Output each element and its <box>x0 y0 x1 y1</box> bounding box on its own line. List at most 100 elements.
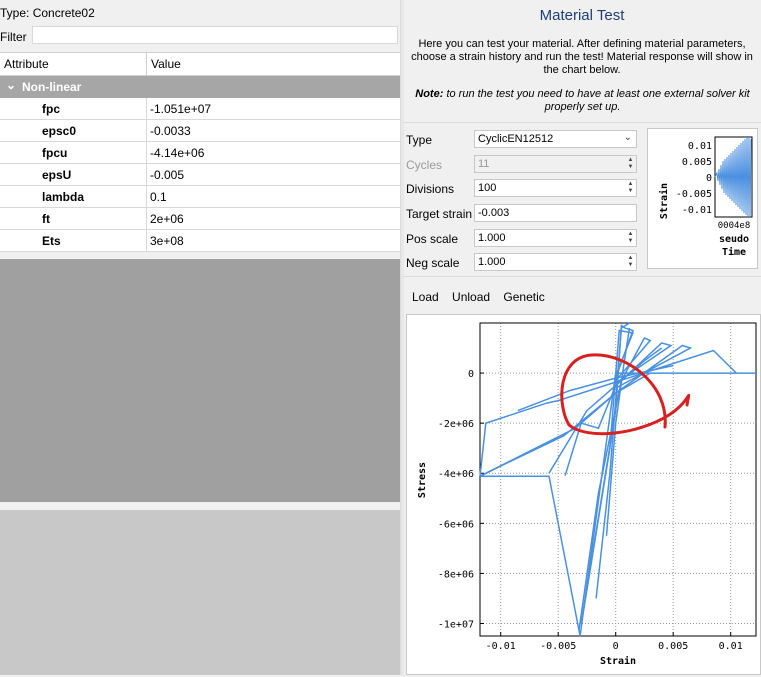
type-select-value: CyclicEN12512 <box>478 133 554 145</box>
cycles-spinbox: 11 ▲ ▼ <box>474 155 637 173</box>
table-row[interactable]: ft 2e+06 <box>0 208 400 230</box>
table-row[interactable]: lambda 0.1 <box>0 186 400 208</box>
page-title: Material Test <box>539 7 625 24</box>
x-tick-label: 0 <box>613 641 619 652</box>
y-tick-label: -4e+06 <box>438 469 474 480</box>
y-axis-label: Stress <box>417 462 428 498</box>
neg-scale-value: 1.000 <box>478 256 506 268</box>
attr-value[interactable]: 2e+06 <box>150 212 184 226</box>
mini-ylabel: Strain <box>658 183 670 219</box>
note-text: Note: to run the test you need to have a… <box>410 88 755 114</box>
attr-name: ft <box>42 212 50 226</box>
divisions-value: 100 <box>478 182 497 194</box>
attr-name: lambda <box>42 190 85 204</box>
spin-arrows-icon[interactable]: ▲ ▼ <box>626 255 635 269</box>
splitter-handle[interactable] <box>400 0 404 675</box>
stress-strain-chart: -0.01 -0.005 0 0.005 0.01 0 -2e+06 -4e+06 -6e+06… <box>406 314 761 675</box>
tab-genetic[interactable]: Genetic <box>503 290 544 304</box>
stress-strain-svg: -0.01 -0.005 0 0.005 0.01 0 -2e+06 -4e+06 -6e+06… <box>417 322 757 667</box>
series-line <box>479 344 693 477</box>
mini-ytick: -0.005 <box>676 189 712 200</box>
spin-arrows-icon[interactable]: ▲ ▼ <box>626 231 635 245</box>
x-tick-label: -0.01 <box>486 641 516 652</box>
table-row[interactable]: Ets 3e+08 <box>0 230 400 252</box>
mini-ytick: 0.005 <box>682 157 712 168</box>
attr-name: fpc <box>42 102 60 116</box>
divisions-field-label: Divisions <box>406 182 455 196</box>
mini-ytick: 0.01 <box>688 141 712 152</box>
strain-history-svg: Strain 0.01 0.005 0 -0.005 -0.01 0004e8 … <box>658 136 753 258</box>
series-line <box>480 372 756 637</box>
group-non-linear[interactable]: ⌄ Non-linear <box>0 76 400 98</box>
type-label: Type: <box>0 6 30 20</box>
tab-unload[interactable]: Unload <box>452 290 490 304</box>
spin-arrows-icon: ▲ ▼ <box>627 157 634 170</box>
filter-label: Filter <box>0 30 27 44</box>
pos-scale-label: Pos scale <box>406 232 459 246</box>
table-row[interactable]: fpc -1.051e+07 <box>0 98 400 120</box>
cycles-field-label: Cycles <box>406 158 443 172</box>
y-tick-label: 0 <box>468 369 474 380</box>
divisions-spinbox[interactable]: 100 ▲ ▼ <box>474 179 637 197</box>
attribute-table: Attribute Value ⌄ Non-linear fpc -1.051e+… <box>0 52 400 252</box>
table-row[interactable]: fpcu -4.14e+06 <box>0 142 400 164</box>
y-tick-label: -6e+06 <box>438 519 474 530</box>
neg-scale-spinbox[interactable]: 1.000 ▲ ▼ <box>474 253 637 271</box>
tab-bar: Load Unload Genetic <box>412 290 555 304</box>
y-tick-label: -1e+07 <box>438 619 474 630</box>
table-row[interactable]: epsc0 -0.0033 <box>0 120 400 142</box>
attr-name: epsc0 <box>42 124 77 138</box>
y-tick-label: -8e+06 <box>438 569 474 580</box>
series-line <box>548 342 673 474</box>
type-value: Concrete02 <box>32 6 95 20</box>
mini-xlabel: seudo <box>719 234 749 245</box>
spin-arrows-icon[interactable]: ▲ ▼ <box>626 181 635 195</box>
property-empty-area <box>0 510 400 675</box>
divider <box>403 122 761 123</box>
neg-scale-label: Neg scale <box>406 256 460 270</box>
strain-history-line <box>714 136 752 218</box>
table-row[interactable]: epsU -0.005 <box>0 164 400 186</box>
mini-xlabel: 0004e8 <box>718 221 751 231</box>
table-empty-area <box>0 259 400 502</box>
attr-value[interactable]: -1.051e+07 <box>150 102 211 116</box>
column-header-value[interactable]: Value <box>151 57 181 71</box>
target-strain-label: Target strain <box>406 207 473 221</box>
y-tick-label: -2e+06 <box>438 419 474 430</box>
note-label: Note: <box>415 88 444 100</box>
divider <box>403 276 761 277</box>
attribute-panel: Type: Concrete02 Filter Attribute Value … <box>0 0 400 675</box>
series-line <box>479 372 651 477</box>
type-display: Type: Concrete02 <box>0 6 95 20</box>
filter-input[interactable] <box>32 26 398 44</box>
chevron-down-icon[interactable]: ⌄ <box>6 78 16 92</box>
note-body: to run the test you need to have at leas… <box>446 88 750 113</box>
x-tick-label: -0.005 <box>540 641 576 652</box>
pos-scale-value: 1.000 <box>478 232 506 244</box>
pos-scale-spinbox[interactable]: 1.000 ▲ ▼ <box>474 229 637 247</box>
description-text: Here you can test your material. After d… <box>411 38 753 76</box>
target-strain-input[interactable]: -0.003 <box>474 204 637 222</box>
strain-history-chart: Strain 0.01 0.005 0 -0.005 -0.01 0004e8 … <box>647 128 758 269</box>
attr-value[interactable]: 0.1 <box>150 190 167 204</box>
x-tick-label: 0.005 <box>658 641 688 652</box>
x-axis-label: Strain <box>600 655 636 667</box>
attr-name: fpcu <box>42 146 68 160</box>
attr-name: epsU <box>42 168 72 182</box>
group-label: Non-linear <box>22 80 82 94</box>
x-tick-label: 0.01 <box>719 641 743 652</box>
chevron-down-icon: ⌄ <box>623 132 632 143</box>
type-select[interactable]: CyclicEN12512 ⌄ <box>474 130 637 148</box>
cycles-value: 11 <box>478 158 490 170</box>
tab-load[interactable]: Load <box>412 290 439 304</box>
attr-value[interactable]: 3e+08 <box>150 234 184 248</box>
target-strain-value: -0.003 <box>478 207 510 219</box>
mini-ytick: -0.01 <box>682 205 712 216</box>
mini-ytick: 0 <box>706 173 712 184</box>
table-header: Attribute Value <box>0 52 400 76</box>
attr-value[interactable]: -4.14e+06 <box>150 146 204 160</box>
column-header-attribute[interactable]: Attribute <box>4 57 49 71</box>
attr-name: Ets <box>42 234 61 248</box>
attr-value[interactable]: -0.0033 <box>150 124 191 138</box>
attr-value[interactable]: -0.005 <box>150 168 184 182</box>
